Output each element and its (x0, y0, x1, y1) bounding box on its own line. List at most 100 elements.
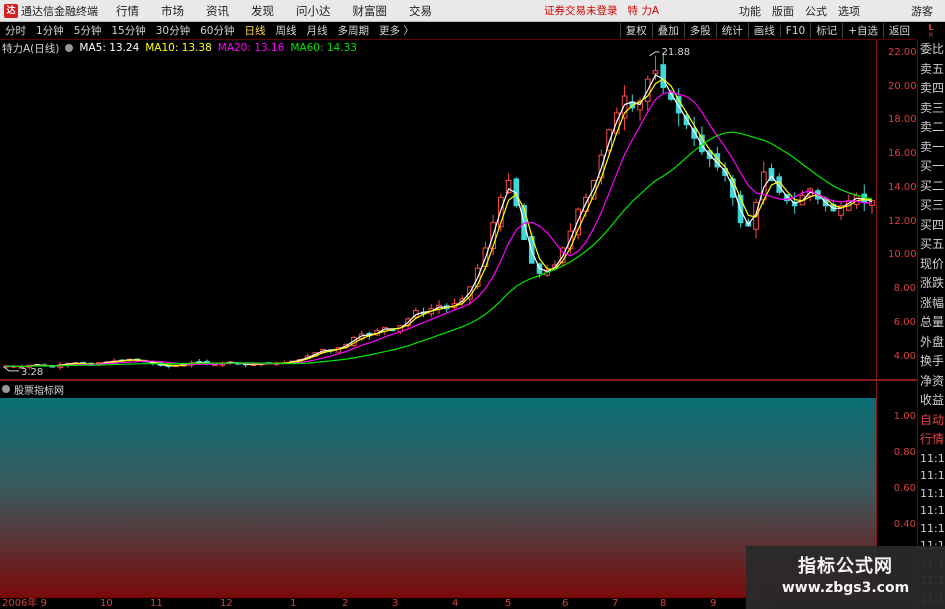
date-tick-label: 2006年 9 (2, 598, 47, 609)
app-title: 通达信金融终端 (21, 4, 98, 18)
tool-mark[interactable]: 标记 (810, 23, 842, 38)
menu-layout[interactable]: 版面 (772, 3, 794, 19)
watermark-badge: 指标公式网 www.zbgs3.com (746, 546, 945, 609)
quote-label: 买二 (920, 178, 945, 193)
tool-overlay[interactable]: 叠加 (651, 23, 684, 38)
menu-quotes[interactable]: 行情 (116, 3, 139, 19)
tool-add-watch[interactable]: +自选 (842, 23, 883, 38)
period-multi[interactable]: 多周期 (333, 23, 375, 38)
stock-name-label: 特力A(日线) (2, 42, 60, 55)
login-status[interactable]: 证券交易未登录 (544, 3, 618, 18)
quote-label: 卖二 (920, 120, 945, 134)
quote-label: 涨幅 (920, 295, 945, 310)
date-tick-label: 4 (452, 598, 459, 609)
tool-f10[interactable]: F10 (779, 24, 810, 37)
quote-label: 卖五 (920, 61, 945, 76)
indicator-area (0, 398, 876, 597)
quote-label: 收益 (920, 393, 945, 407)
ma60-label: MA60: 14.33 (290, 42, 357, 54)
ma10-label: MA10: 13.38 (145, 42, 212, 54)
tool-multi-stock[interactable]: 多股 (683, 23, 716, 38)
guest-label[interactable]: 游客 (911, 3, 933, 19)
period-monthly[interactable]: 月线 (302, 23, 333, 38)
quote-label: 委比 (920, 42, 945, 56)
indicator-name: 股票指标网 (14, 385, 64, 397)
menu-options[interactable]: 选项 (838, 3, 860, 19)
quote-corner-l: L (928, 22, 934, 32)
price-tick-label: 22.00 (888, 46, 917, 58)
indicator-tick-label: 0.80 (893, 446, 916, 458)
quote-label: 外盘 (920, 334, 945, 349)
period-30min[interactable]: 30分钟 (151, 23, 195, 38)
period-weekly[interactable]: 周线 (271, 23, 302, 38)
indicator-title: 股票指标网 (2, 382, 64, 397)
watermark-url: www.zbgs3.com (781, 580, 910, 596)
app-logo-icon: 达 (4, 3, 18, 18)
date-tick-label: 8 (660, 598, 667, 609)
menu-right: 功能 版面 公式 选项 游客 (739, 0, 945, 21)
tick-time: 11:1 (920, 486, 945, 500)
candle-body[interactable] (505, 179, 512, 194)
menu-trade[interactable]: 交易 (409, 3, 432, 19)
menu-market[interactable]: 市场 (161, 3, 184, 19)
tick-time: 11:1 (920, 469, 945, 482)
tick-time: 11:1 (920, 521, 945, 535)
date-tick-label: 7 (612, 598, 619, 609)
menu-formula[interactable]: 公式 (805, 3, 827, 19)
period-more[interactable]: 更多 〉 (374, 23, 419, 38)
quote-label: 涨跌 (920, 276, 945, 290)
period-1min[interactable]: 1分钟 (31, 23, 69, 38)
menu-discover[interactable]: 发现 (251, 3, 274, 19)
period-5min[interactable]: 5分钟 (69, 23, 107, 38)
watermark-title: 指标公式网 (798, 556, 893, 577)
tool-stats[interactable]: 统计 (715, 23, 748, 38)
date-tick-label: 3 (392, 598, 399, 609)
candle-body[interactable] (652, 70, 659, 75)
price-chart[interactable]: 21.88 3.28 (0, 40, 917, 380)
quote-label: 买三 (920, 198, 945, 212)
menu-function[interactable]: 功能 (739, 3, 761, 19)
ma-info-line: 特力A(日线) MA5: 13.24 MA10: 13.38 MA20: 13.… (2, 41, 363, 55)
period-15min[interactable]: 15分钟 (106, 23, 150, 38)
quote-tab[interactable]: 自动 (918, 411, 945, 431)
date-tick-label: 11 (150, 598, 163, 609)
date-tick-label: 12 (220, 598, 233, 609)
period-tick[interactable]: 分时 (0, 23, 31, 38)
quote-panel: 委比 卖五 卖四 卖三 卖二 卖一 买一 买二 买三 买四 买五 现价 涨跌 涨幅 总量 外盘 换手 净资 收益 自动… (917, 40, 945, 609)
price-tick-label: 18.00 (888, 114, 917, 126)
quote-label: 卖一 (920, 139, 945, 154)
tool-back[interactable]: 返回 (883, 23, 915, 38)
tool-draw[interactable]: 画线 (747, 23, 780, 38)
date-tick-label: 6 (562, 598, 569, 609)
menu-wealth[interactable]: 财富圈 (353, 3, 388, 19)
indicator-tick-label: 0.40 (893, 518, 916, 530)
quote-label: 现价 (920, 256, 945, 271)
price-tick-label: 14.00 (888, 181, 917, 193)
period-toolbar: 分时 1分钟 5分钟 15分钟 30分钟 60分钟 日线 周线 月线 多周期 更… (0, 22, 915, 40)
quote-label: 卖三 (920, 100, 945, 115)
indicator-settings-icon[interactable] (2, 385, 10, 393)
quote-label: 卖四 (920, 81, 945, 95)
menu-ask[interactable]: 问小达 (296, 3, 331, 19)
period-daily[interactable]: 日线 (240, 23, 271, 38)
ma5-label: MA5: 13.24 (79, 42, 140, 54)
high-price-label: 21.88 (662, 47, 691, 58)
quote-label: 买五 (920, 237, 945, 251)
candle-body[interactable] (614, 112, 620, 134)
quote-corner[interactable]: L R (917, 22, 945, 40)
settings-icon[interactable] (65, 44, 74, 52)
date-tick-label: 5 (505, 598, 512, 609)
price-tick-label: 6.00 (893, 316, 916, 328)
menu-bar: 达 通达信金融终端 行情 市场 资讯 发现 问小达 财富圈 交易 证券交易未登录… (0, 0, 945, 22)
ma20-label: MA20: 13.16 (217, 42, 285, 54)
period-60min[interactable]: 60分钟 (195, 23, 239, 38)
quote-label: 买一 (920, 159, 945, 173)
indicator-tick-label: 0.60 (893, 482, 916, 494)
low-price-label: 3.28 (21, 367, 43, 378)
price-tick-label: 16.00 (888, 148, 917, 160)
tool-adjust[interactable]: 复权 (619, 23, 652, 38)
menu-news[interactable]: 资讯 (206, 3, 229, 19)
candle-body[interactable] (660, 64, 667, 89)
quote-tab[interactable]: 行情 (918, 430, 945, 450)
indicator-tick-label: 1.00 (893, 410, 916, 422)
